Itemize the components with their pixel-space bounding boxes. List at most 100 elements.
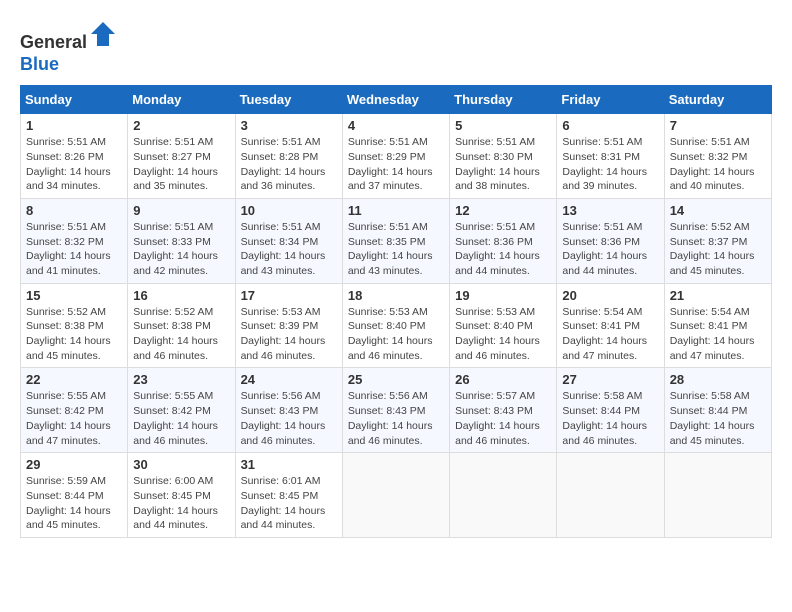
sunset-label: Sunset: 8:34 PM: [241, 236, 319, 248]
sunset-label: Sunset: 8:40 PM: [348, 320, 426, 332]
day-number: 5: [455, 118, 551, 133]
day-info: Sunrise: 5:54 AM Sunset: 8:41 PM Dayligh…: [562, 305, 658, 364]
sunrise-label: Sunrise: 5:51 AM: [26, 136, 106, 148]
daylight-minutes: and 38 minutes.: [455, 180, 530, 192]
daylight-minutes: and 36 minutes.: [241, 180, 316, 192]
day-number: 18: [348, 288, 444, 303]
calendar-cell: 23 Sunrise: 5:55 AM Sunset: 8:42 PM Dayl…: [128, 368, 235, 453]
calendar-cell: 12 Sunrise: 5:51 AM Sunset: 8:36 PM Dayl…: [450, 198, 557, 283]
day-number: 22: [26, 372, 122, 387]
daylight-minutes: and 37 minutes.: [348, 180, 423, 192]
day-info: Sunrise: 5:53 AM Sunset: 8:40 PM Dayligh…: [348, 305, 444, 364]
day-number: 8: [26, 203, 122, 218]
calendar-week-3: 15 Sunrise: 5:52 AM Sunset: 8:38 PM Dayl…: [21, 283, 772, 368]
day-number: 26: [455, 372, 551, 387]
day-info: Sunrise: 5:51 AM Sunset: 8:34 PM Dayligh…: [241, 220, 337, 279]
day-info: Sunrise: 5:59 AM Sunset: 8:44 PM Dayligh…: [26, 474, 122, 533]
sunrise-label: Sunrise: 5:53 AM: [348, 306, 428, 318]
calendar-cell: 1 Sunrise: 5:51 AM Sunset: 8:26 PM Dayli…: [21, 114, 128, 199]
calendar-cell: 11 Sunrise: 5:51 AM Sunset: 8:35 PM Dayl…: [342, 198, 449, 283]
calendar-header-row: SundayMondayTuesdayWednesdayThursdayFrid…: [21, 86, 772, 114]
sunset-label: Sunset: 8:43 PM: [348, 405, 426, 417]
sunrise-label: Sunrise: 5:56 AM: [241, 390, 321, 402]
day-number: 24: [241, 372, 337, 387]
col-header-monday: Monday: [128, 86, 235, 114]
sunrise-label: Sunrise: 5:52 AM: [26, 306, 106, 318]
col-header-tuesday: Tuesday: [235, 86, 342, 114]
daylight-label: Daylight: 14 hours: [348, 166, 433, 178]
daylight-minutes: and 45 minutes.: [670, 435, 745, 447]
calendar-cell: 28 Sunrise: 5:58 AM Sunset: 8:44 PM Dayl…: [664, 368, 771, 453]
daylight-minutes: and 45 minutes.: [26, 519, 101, 531]
day-info: Sunrise: 5:51 AM Sunset: 8:33 PM Dayligh…: [133, 220, 229, 279]
sunset-label: Sunset: 8:45 PM: [133, 490, 211, 502]
calendar-cell: 9 Sunrise: 5:51 AM Sunset: 8:33 PM Dayli…: [128, 198, 235, 283]
day-number: 23: [133, 372, 229, 387]
day-info: Sunrise: 5:53 AM Sunset: 8:40 PM Dayligh…: [455, 305, 551, 364]
sunrise-label: Sunrise: 5:52 AM: [670, 221, 750, 233]
calendar-cell: [664, 453, 771, 538]
sunrise-label: Sunrise: 5:51 AM: [455, 136, 535, 148]
day-number: 31: [241, 457, 337, 472]
daylight-minutes: and 46 minutes.: [133, 435, 208, 447]
daylight-label: Daylight: 14 hours: [348, 250, 433, 262]
daylight-label: Daylight: 14 hours: [133, 505, 218, 517]
daylight-label: Daylight: 14 hours: [133, 166, 218, 178]
day-number: 21: [670, 288, 766, 303]
daylight-label: Daylight: 14 hours: [455, 250, 540, 262]
day-number: 2: [133, 118, 229, 133]
daylight-label: Daylight: 14 hours: [26, 250, 111, 262]
sunset-label: Sunset: 8:41 PM: [562, 320, 640, 332]
sunrise-label: Sunrise: 5:51 AM: [241, 136, 321, 148]
calendar-cell: 16 Sunrise: 5:52 AM Sunset: 8:38 PM Dayl…: [128, 283, 235, 368]
daylight-minutes: and 44 minutes.: [562, 265, 637, 277]
day-number: 14: [670, 203, 766, 218]
sunrise-label: Sunrise: 5:58 AM: [670, 390, 750, 402]
daylight-minutes: and 47 minutes.: [26, 435, 101, 447]
daylight-label: Daylight: 14 hours: [241, 250, 326, 262]
sunset-label: Sunset: 8:37 PM: [670, 236, 748, 248]
day-number: 12: [455, 203, 551, 218]
day-info: Sunrise: 5:54 AM Sunset: 8:41 PM Dayligh…: [670, 305, 766, 364]
calendar-week-5: 29 Sunrise: 5:59 AM Sunset: 8:44 PM Dayl…: [21, 453, 772, 538]
calendar-cell: [557, 453, 664, 538]
sunrise-label: Sunrise: 5:53 AM: [241, 306, 321, 318]
calendar-cell: 29 Sunrise: 5:59 AM Sunset: 8:44 PM Dayl…: [21, 453, 128, 538]
daylight-label: Daylight: 14 hours: [133, 420, 218, 432]
col-header-thursday: Thursday: [450, 86, 557, 114]
calendar-cell: 18 Sunrise: 5:53 AM Sunset: 8:40 PM Dayl…: [342, 283, 449, 368]
sunset-label: Sunset: 8:33 PM: [133, 236, 211, 248]
sunset-label: Sunset: 8:42 PM: [133, 405, 211, 417]
daylight-label: Daylight: 14 hours: [26, 505, 111, 517]
daylight-label: Daylight: 14 hours: [670, 335, 755, 347]
day-info: Sunrise: 5:56 AM Sunset: 8:43 PM Dayligh…: [241, 389, 337, 448]
day-number: 28: [670, 372, 766, 387]
day-number: 13: [562, 203, 658, 218]
calendar-cell: 30 Sunrise: 6:00 AM Sunset: 8:45 PM Dayl…: [128, 453, 235, 538]
daylight-minutes: and 47 minutes.: [562, 350, 637, 362]
daylight-label: Daylight: 14 hours: [348, 420, 433, 432]
daylight-minutes: and 44 minutes.: [455, 265, 530, 277]
day-info: Sunrise: 5:51 AM Sunset: 8:26 PM Dayligh…: [26, 135, 122, 194]
day-info: Sunrise: 5:51 AM Sunset: 8:27 PM Dayligh…: [133, 135, 229, 194]
daylight-label: Daylight: 14 hours: [455, 166, 540, 178]
sunrise-label: Sunrise: 5:51 AM: [348, 221, 428, 233]
daylight-minutes: and 46 minutes.: [455, 435, 530, 447]
calendar-week-1: 1 Sunrise: 5:51 AM Sunset: 8:26 PM Dayli…: [21, 114, 772, 199]
sunset-label: Sunset: 8:32 PM: [670, 151, 748, 163]
day-info: Sunrise: 5:53 AM Sunset: 8:39 PM Dayligh…: [241, 305, 337, 364]
sunset-label: Sunset: 8:27 PM: [133, 151, 211, 163]
day-number: 6: [562, 118, 658, 133]
calendar-cell: 20 Sunrise: 5:54 AM Sunset: 8:41 PM Dayl…: [557, 283, 664, 368]
daylight-label: Daylight: 14 hours: [670, 166, 755, 178]
sunrise-label: Sunrise: 5:52 AM: [133, 306, 213, 318]
sunrise-label: Sunrise: 5:51 AM: [26, 221, 106, 233]
col-header-wednesday: Wednesday: [342, 86, 449, 114]
daylight-minutes: and 46 minutes.: [562, 435, 637, 447]
sunset-label: Sunset: 8:38 PM: [26, 320, 104, 332]
sunset-label: Sunset: 8:32 PM: [26, 236, 104, 248]
day-info: Sunrise: 5:55 AM Sunset: 8:42 PM Dayligh…: [133, 389, 229, 448]
sunrise-label: Sunrise: 5:56 AM: [348, 390, 428, 402]
daylight-label: Daylight: 14 hours: [562, 166, 647, 178]
day-number: 27: [562, 372, 658, 387]
